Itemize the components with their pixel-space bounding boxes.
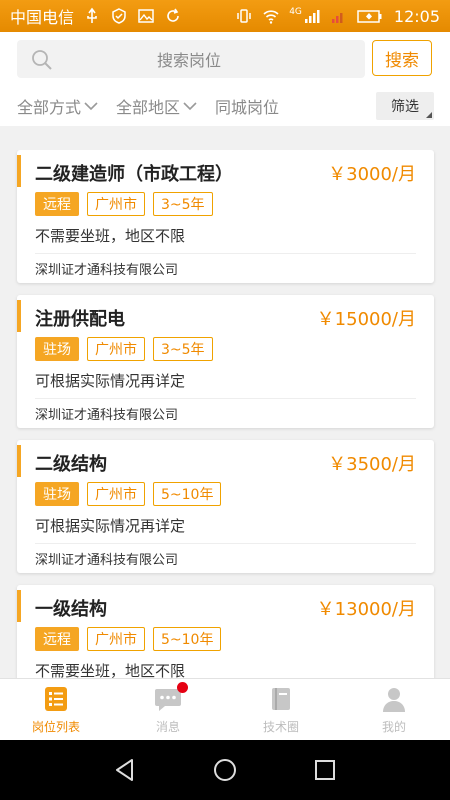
corner-triangle-icon [426, 112, 432, 118]
nav-profile[interactable]: 我的 [338, 685, 450, 737]
battery-icon [357, 7, 383, 25]
job-description: 可根据实际情况再详定 [35, 517, 186, 535]
nav-label: 岗位列表 [31, 720, 80, 734]
home-icon[interactable] [212, 757, 238, 783]
network-label: 4G [289, 7, 302, 17]
nav-messages[interactable]: 消息 [112, 682, 224, 737]
divider [35, 253, 416, 254]
city-tag: 广州市 [87, 627, 145, 651]
nav-job-list[interactable]: 岗位列表 [0, 685, 112, 737]
job-description: 可根据实际情况再详定 [35, 372, 186, 390]
experience-tag: 5~10年 [153, 627, 222, 651]
job-title: 注册供配电 [35, 309, 125, 330]
search-header: 搜索岗位 搜索 [0, 32, 450, 84]
system-nav-bar [0, 740, 450, 800]
signal-weak-icon [330, 7, 348, 25]
experience-tag: 5~10年 [153, 482, 222, 506]
job-card[interactable]: 注册供配电 ￥15000/月 驻场 广州市 3~5年 可根据实际情况再详定 深圳… [17, 295, 434, 428]
job-title: 二级建造师（市政工程） [35, 164, 233, 185]
filter-local[interactable]: 同城岗位 [215, 94, 279, 118]
search-button[interactable]: 搜索 [372, 40, 432, 76]
nav-tech-circle[interactable]: 技术圈 [225, 685, 337, 737]
work-mode-tag: 远程 [35, 627, 79, 651]
usb-icon [83, 7, 101, 25]
image-icon [137, 7, 155, 25]
job-card[interactable]: 一级结构 ￥13000/月 远程 广州市 5~10年 不需要坐班，地区不限 [17, 585, 434, 678]
experience-tag: 3~5年 [153, 192, 213, 216]
chat-icon [154, 682, 188, 713]
work-mode-tag: 远程 [35, 192, 79, 216]
filter-screen-button[interactable]: 筛选 [376, 92, 434, 120]
city-tag: 广州市 [87, 192, 145, 216]
divider [35, 543, 416, 544]
job-tags: 驻场 广州市 5~10年 [35, 482, 222, 506]
check-shield-icon [110, 7, 128, 25]
job-title: 一级结构 [35, 599, 107, 620]
clock: 12:05 [393, 6, 440, 26]
nav-label: 技术圈 [262, 720, 299, 734]
nav-label: 我的 [381, 720, 406, 734]
search-placeholder: 搜索岗位 [157, 51, 222, 70]
company-name: 深圳证才通科技有限公司 [35, 553, 179, 568]
city-tag: 广州市 [87, 337, 145, 361]
divider [35, 398, 416, 399]
work-mode-tag: 驻场 [35, 337, 79, 361]
job-card[interactable]: 二级结构 ￥3500/月 驻场 广州市 5~10年 可根据实际情况再详定 深圳证… [17, 440, 434, 573]
bottom-nav: 岗位列表 消息 技术圈 我的 [0, 678, 450, 740]
search-input[interactable]: 搜索岗位 [17, 40, 365, 78]
job-card[interactable]: 二级建造师（市政工程） ￥3000/月 远程 广州市 3~5年 不需要坐班，地区… [17, 150, 434, 283]
job-list: 二级建造师（市政工程） ￥3000/月 远程 广州市 3~5年 不需要坐班，地区… [0, 150, 450, 678]
back-icon[interactable] [112, 757, 138, 783]
recents-icon[interactable] [312, 757, 338, 783]
job-title: 二级结构 [35, 454, 107, 475]
filter-bar: 全部方式 全部地区 同城岗位 筛选 [0, 84, 450, 126]
list-icon [42, 685, 70, 713]
job-tags: 远程 广州市 5~10年 [35, 627, 222, 651]
notification-dot [177, 682, 188, 693]
vibrate-icon [235, 7, 253, 25]
job-tags: 驻场 广州市 3~5年 [35, 337, 213, 361]
chevron-down-icon [183, 101, 197, 111]
company-name: 深圳证才通科技有限公司 [35, 408, 179, 423]
filter-screen-label: 筛选 [391, 99, 419, 115]
status-bar: 中国电信 4G 12:05 [0, 0, 450, 32]
search-icon [31, 49, 53, 71]
signal-icon [303, 7, 321, 25]
card-accent [17, 155, 21, 187]
job-description: 不需要坐班，地区不限 [35, 662, 186, 678]
filter-region[interactable]: 全部地区 [116, 94, 197, 118]
nav-label: 消息 [155, 720, 180, 734]
experience-tag: 3~5年 [153, 337, 213, 361]
sync-icon [164, 7, 182, 25]
card-accent [17, 590, 21, 622]
job-salary: ￥13000/月 [316, 599, 416, 620]
wifi-icon [262, 7, 280, 25]
filter-mode[interactable]: 全部方式 [17, 94, 98, 118]
filter-region-label: 全部地区 [116, 98, 181, 117]
job-description: 不需要坐班，地区不限 [35, 227, 186, 245]
card-accent [17, 445, 21, 477]
card-accent [17, 300, 21, 332]
work-mode-tag: 驻场 [35, 482, 79, 506]
company-name: 深圳证才通科技有限公司 [35, 263, 179, 278]
filter-mode-label: 全部方式 [17, 98, 82, 117]
book-icon [267, 685, 295, 713]
chevron-down-icon [84, 101, 98, 111]
job-salary: ￥3000/月 [328, 164, 416, 185]
job-salary: ￥3500/月 [328, 454, 416, 475]
filter-local-label: 同城岗位 [215, 98, 280, 117]
carrier-label: 中国电信 [10, 8, 75, 27]
user-icon [380, 685, 408, 713]
job-tags: 远程 广州市 3~5年 [35, 192, 213, 216]
city-tag: 广州市 [87, 482, 145, 506]
job-salary: ￥15000/月 [316, 309, 416, 330]
